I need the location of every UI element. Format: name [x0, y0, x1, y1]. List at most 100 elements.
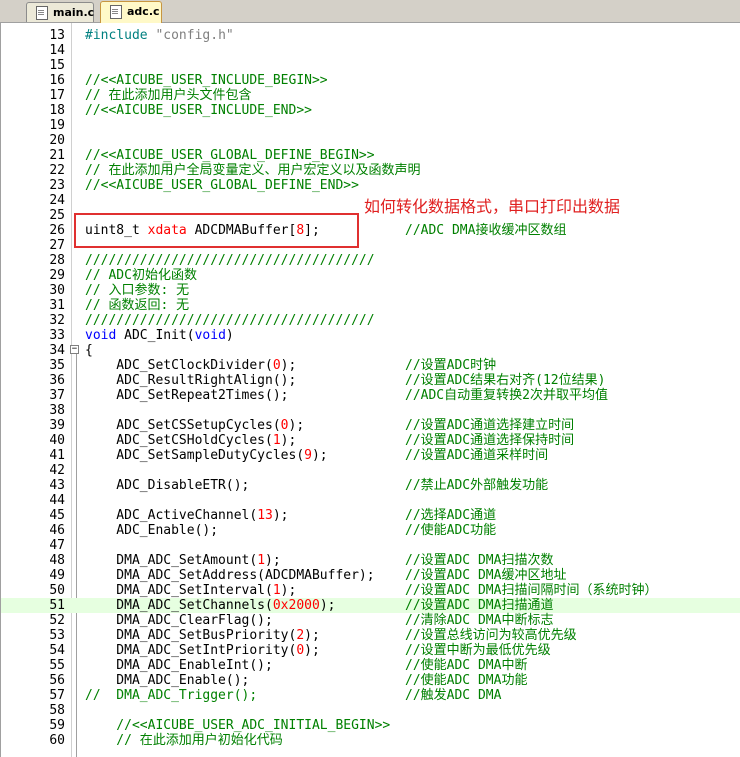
- code-line[interactable]: 45 ADC_ActiveChannel(13); //选择ADC通道: [1, 508, 740, 523]
- line-number: 39: [49, 418, 65, 433]
- code-line[interactable]: 35 ADC_SetClockDivider(0); //设置ADC时钟: [1, 358, 740, 373]
- code-line[interactable]: 23 //<<AICUBE_USER_GLOBAL_DEFINE_END>>: [1, 178, 740, 193]
- code-line[interactable]: 36 ADC_ResultRightAlign(); //设置ADC结果右对齐(1…: [1, 373, 740, 388]
- code-line[interactable]: 13 #include "config.h": [1, 28, 740, 43]
- line-number: 49: [49, 568, 65, 583]
- fold-toggle-icon[interactable]: −: [70, 345, 79, 354]
- code-line[interactable]: 29 // ADC初始化函数: [1, 268, 740, 283]
- code-text: DMA_ADC_SetIntPriority(0);: [85, 643, 320, 658]
- code-token: //<<AICUBE_USER_GLOBAL_DEFINE_END>>: [85, 178, 359, 193]
- code-token: );: [265, 553, 281, 568]
- code-token: #include: [85, 28, 156, 43]
- code-token: //<<AICUBE_USER_INCLUDE_END>>: [85, 103, 312, 118]
- code-text: /////////////////////////////////////: [85, 313, 375, 328]
- code-text: ADC_SetClockDivider(0);: [85, 358, 296, 373]
- code-token: // 在此添加用户初始化代码: [85, 733, 283, 748]
- line-number: 31: [49, 298, 65, 313]
- tab-main-c[interactable]: main.c: [26, 2, 94, 22]
- code-token: );: [280, 433, 297, 448]
- code-token: 9: [304, 448, 312, 463]
- code-line[interactable]: 48 DMA_ADC_SetAmount(1); //设置ADC DMA扫描次数: [1, 553, 740, 568]
- code-text: DMA_ADC_EnableInt();: [85, 658, 273, 673]
- code-line[interactable]: 31 // 函数返回: 无: [1, 298, 740, 313]
- code-line[interactable]: 58: [1, 703, 740, 718]
- code-line[interactable]: 18 //<<AICUBE_USER_INCLUDE_END>>: [1, 103, 740, 118]
- code-editor[interactable]: 13 #include "config.h" 14 15 16 //<<AICUBE_US…: [0, 23, 740, 757]
- code-line[interactable]: 43 ADC_DisableETR(); //禁止ADC外部触发功能: [1, 478, 740, 493]
- code-line[interactable]: 22 // 在此添加用户全局变量定义、用户宏定义以及函数声明: [1, 163, 740, 178]
- line-number: 44: [49, 493, 65, 508]
- code-line[interactable]: 57 // DMA_ADC_Trigger(); //触发ADC DMA: [1, 688, 740, 703]
- code-line[interactable]: 14: [1, 43, 740, 58]
- code-line[interactable]: 32 /////////////////////////////////////: [1, 313, 740, 328]
- code-token: );: [280, 358, 297, 373]
- c-file-icon: [36, 6, 48, 20]
- code-line[interactable]: 38: [1, 403, 740, 418]
- line-number: 47: [49, 538, 65, 553]
- code-line[interactable]: 52 DMA_ADC_ClearFlag(); //清除ADC DMA中断标志: [1, 613, 740, 628]
- code-token: ADC_SetSampleDutyCycles(: [85, 448, 305, 463]
- code-line[interactable]: 34−{: [1, 343, 740, 358]
- code-line[interactable]: 20: [1, 133, 740, 148]
- code-line[interactable]: 16 //<<AICUBE_USER_INCLUDE_BEGIN>>: [1, 73, 740, 88]
- code-line[interactable]: 46 ADC_Enable(); //使能ADC功能: [1, 523, 740, 538]
- line-number: 27: [49, 238, 65, 253]
- code-line[interactable]: 40 ADC_SetCSHoldCycles(1); //设置ADC通道选择保持时…: [1, 433, 740, 448]
- code-token: // 入口参数: 无: [85, 283, 190, 298]
- code-token: //<<AICUBE_USER_INCLUDE_BEGIN>>: [85, 73, 328, 88]
- code-token: );: [311, 448, 328, 463]
- tab-adc-c[interactable]: adc.c: [100, 1, 162, 23]
- code-text: ADC_SetCSSetupCycles(0);: [85, 418, 304, 433]
- tab-label: adc.c: [127, 5, 160, 18]
- line-number: 43: [49, 478, 65, 493]
- code-token: 2: [296, 628, 305, 643]
- code-line[interactable]: 15: [1, 58, 740, 73]
- code-token: ADC_Init(: [116, 328, 195, 343]
- code-line[interactable]: 60 // 在此添加用户初始化代码: [1, 733, 740, 748]
- code-line[interactable]: 44: [1, 493, 740, 508]
- code-line[interactable]: 42: [1, 463, 740, 478]
- code-line[interactable]: 47: [1, 538, 740, 553]
- line-number: 35: [49, 358, 65, 373]
- line-comment: //使能ADC DMA功能: [405, 673, 528, 688]
- code-text: ADC_SetCSHoldCycles(1);: [85, 433, 296, 448]
- line-comment: //设置ADC通道采样时间: [405, 448, 549, 463]
- code-line[interactable]: 21 //<<AICUBE_USER_GLOBAL_DEFINE_BEGIN>>: [1, 148, 740, 163]
- code-line[interactable]: 56 DMA_ADC_Enable(); //使能ADC DMA功能: [1, 673, 740, 688]
- code-line[interactable]: 49 DMA_ADC_SetAddress(ADCDMABuffer); //设置…: [1, 568, 740, 583]
- code-line[interactable]: 19: [1, 118, 740, 133]
- line-number: 52: [49, 613, 65, 628]
- code-text: // 在此添加用户头文件包含: [85, 88, 251, 103]
- code-line[interactable]: 41 ADC_SetSampleDutyCycles(9); //设置ADC通道采…: [1, 448, 740, 463]
- code-token: // DMA_ADC_Trigger();: [85, 688, 258, 703]
- code-line[interactable]: 51 DMA_ADC_SetChannels(0x2000); //设置ADC D…: [1, 598, 740, 613]
- code-line[interactable]: 39 ADC_SetCSSetupCycles(0); //设置ADC通道选择建立…: [1, 418, 740, 433]
- line-number: 28: [49, 253, 65, 268]
- line-comment: //设置ADC DMA扫描次数: [405, 553, 554, 568]
- code-text: void ADC_Init(void): [85, 328, 234, 343]
- code-line[interactable]: 33 void ADC_Init(void): [1, 328, 740, 343]
- code-line[interactable]: 50 DMA_ADC_SetInterval(1); //设置ADC DMA扫描间…: [1, 583, 740, 598]
- code-token: DMA_ADC_ClearFlag();: [85, 613, 273, 628]
- code-token: );: [288, 418, 305, 433]
- code-line[interactable]: 54 DMA_ADC_SetIntPriority(0); //设置中断为最低优先…: [1, 643, 740, 658]
- code-token: /////////////////////////////////////: [85, 313, 375, 328]
- code-line[interactable]: 59 //<<AICUBE_USER_ADC_INITIAL_BEGIN>>: [1, 718, 740, 733]
- code-text: ADC_SetSampleDutyCycles(9);: [85, 448, 328, 463]
- code-line[interactable]: 53 DMA_ADC_SetBusPriority(2); //设置总线访问为较高…: [1, 628, 740, 643]
- code-text: DMA_ADC_SetAddress(ADCDMABuffer);: [85, 568, 374, 583]
- line-number: 15: [49, 58, 65, 73]
- code-token: );: [319, 598, 336, 613]
- line-comment: //设置中断为最低优先级: [405, 643, 551, 658]
- line-number: 46: [49, 523, 65, 538]
- code-line[interactable]: 28 /////////////////////////////////////: [1, 253, 740, 268]
- line-number: 42: [49, 463, 65, 478]
- code-line[interactable]: 55 DMA_ADC_EnableInt(); //使能ADC DMA中断: [1, 658, 740, 673]
- code-line[interactable]: 17 // 在此添加用户头文件包含: [1, 88, 740, 103]
- code-token: DMA_ADC_SetIntPriority(: [85, 643, 297, 658]
- code-token: // 在此添加用户全局变量定义、用户宏定义以及函数声明: [85, 163, 421, 178]
- code-line[interactable]: 30 // 入口参数: 无: [1, 283, 740, 298]
- line-number: 40: [49, 433, 65, 448]
- code-line[interactable]: 37 ADC_SetRepeat2Times(); //ADC自动重复转换2次并取…: [1, 388, 740, 403]
- line-number: 36: [49, 373, 65, 388]
